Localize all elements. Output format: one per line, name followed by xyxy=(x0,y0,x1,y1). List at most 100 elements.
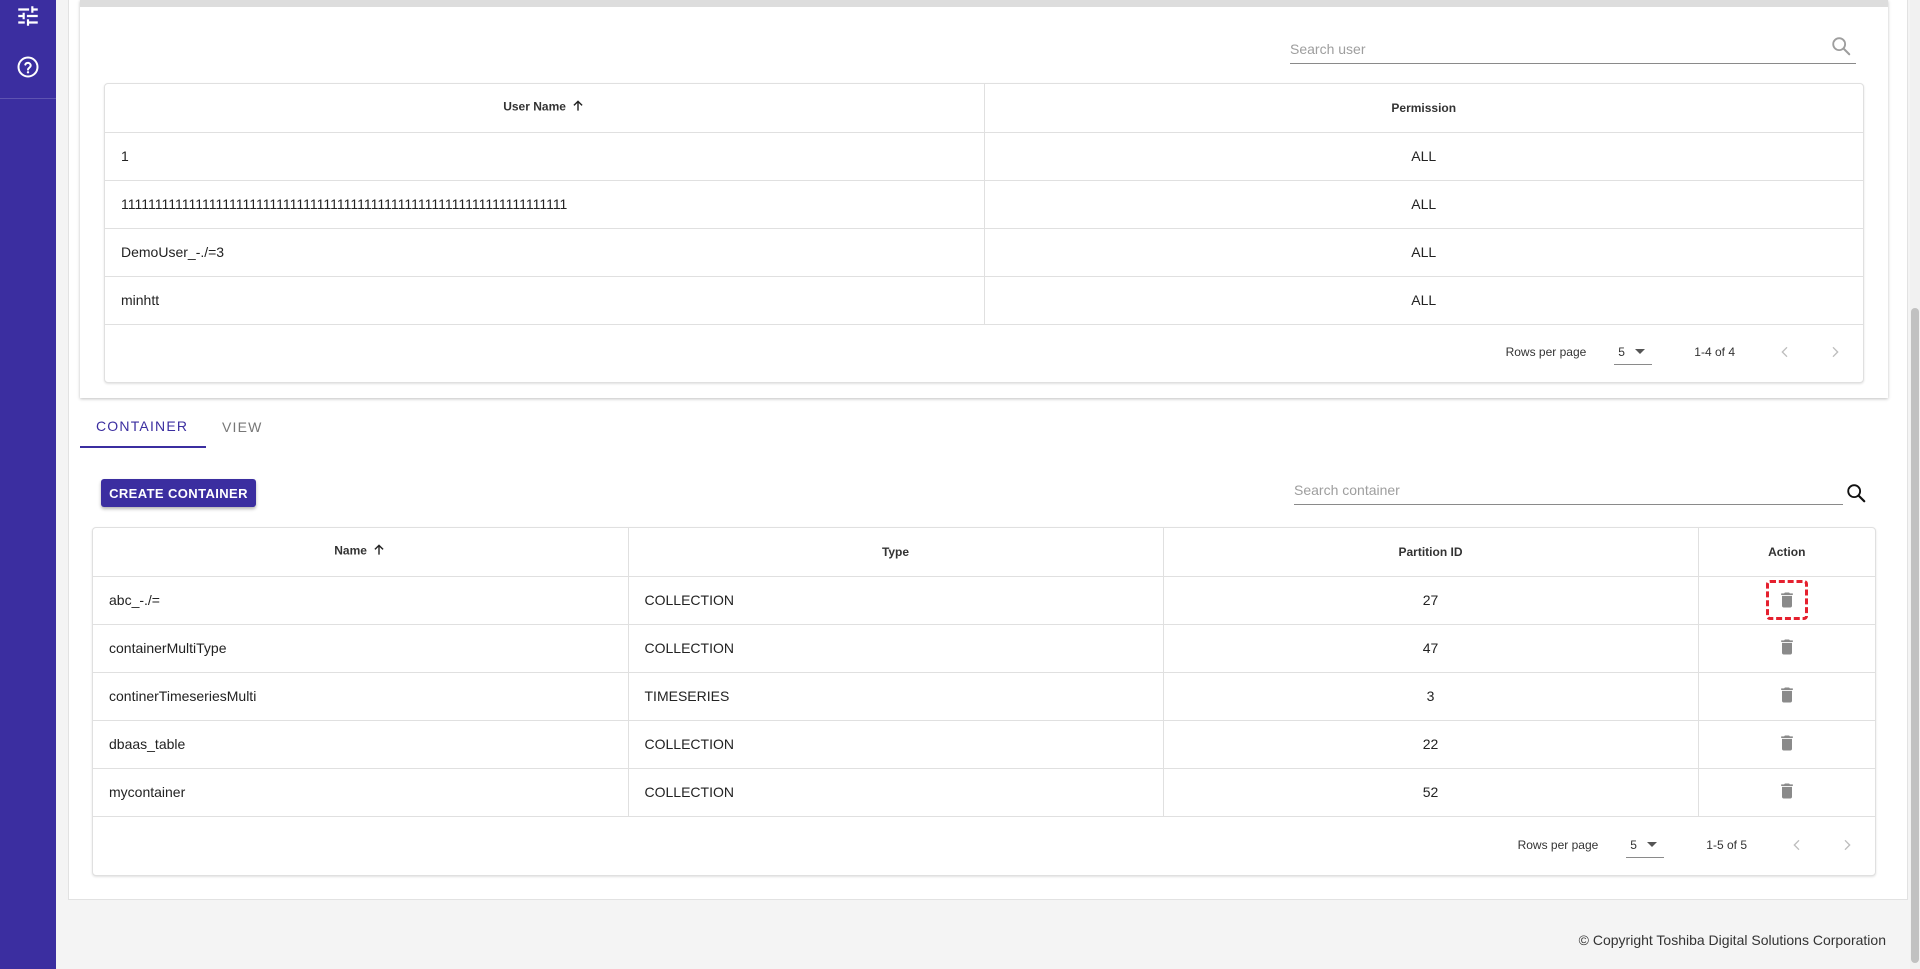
container-table: Name Type Partition ID Action abc_-./= C… xyxy=(93,528,1875,817)
next-page-button[interactable] xyxy=(1835,833,1859,857)
table-row: containerMultiType COLLECTION 47 xyxy=(93,624,1875,673)
column-header-permission[interactable]: Permission xyxy=(984,84,1863,133)
user-search-field[interactable] xyxy=(1290,30,1856,64)
table-row: mycontainer COLLECTION 52 xyxy=(93,768,1875,817)
dropdown-arrow-icon xyxy=(1646,842,1657,847)
copyright-text: © Copyright Toshiba Digital Solutions Co… xyxy=(1578,932,1886,948)
tab-container[interactable]: CONTAINER xyxy=(80,406,206,448)
trash-icon xyxy=(1780,735,1793,750)
container-type-cell: COLLECTION xyxy=(628,720,1164,769)
column-header-partition-id[interactable]: Partition ID xyxy=(1163,528,1699,577)
rows-per-page-select[interactable]: 5 xyxy=(1614,339,1653,365)
create-container-button[interactable]: CREATE CONTAINER xyxy=(101,479,256,507)
page-range-text: 1-4 of 4 xyxy=(1694,345,1735,359)
column-header-type[interactable]: Type xyxy=(628,528,1164,577)
panel-top-bar xyxy=(80,0,1888,7)
user-name-cell: DemoUser_-./=3 xyxy=(105,228,985,277)
rows-per-page-value: 5 xyxy=(1630,837,1637,852)
column-header-name[interactable]: Name xyxy=(93,528,629,577)
container-search-field[interactable] xyxy=(1294,471,1843,505)
scrollbar-thumb[interactable] xyxy=(1911,308,1919,963)
partition-id-cell: 52 xyxy=(1163,768,1699,817)
trash-icon xyxy=(1780,592,1793,608)
user-table-card: User Name Permission 1 ALL 1111111111111… xyxy=(104,83,1864,383)
search-icon[interactable] xyxy=(1843,480,1869,506)
column-header-label: Type xyxy=(881,544,910,559)
container-type-cell: TIMESERIES xyxy=(628,672,1164,721)
container-type-cell: COLLECTION xyxy=(628,768,1164,817)
column-header-user-name[interactable]: User Name xyxy=(105,84,985,133)
container-name-link[interactable]: abc_-./= xyxy=(93,576,629,625)
permission-cell: ALL xyxy=(984,132,1863,181)
rows-per-page-label: Rows per page xyxy=(1517,838,1599,852)
previous-page-button[interactable] xyxy=(1785,833,1809,857)
previous-page-button[interactable] xyxy=(1773,340,1797,364)
sort-ascending-icon[interactable] xyxy=(372,543,386,560)
rows-per-page-value: 5 xyxy=(1618,344,1625,359)
partition-id-cell: 47 xyxy=(1163,624,1699,673)
column-header-label: Permission xyxy=(1391,100,1457,115)
rows-per-page-select[interactable]: 5 xyxy=(1626,832,1665,858)
user-permission-panel: User Name Permission 1 ALL 1111111111111… xyxy=(80,0,1888,398)
container-table-pagination: Rows per page 5 1-5 of 5 xyxy=(1518,832,1859,858)
delete-button[interactable] xyxy=(1777,685,1797,705)
user-name-cell: 1 xyxy=(105,132,985,181)
action-cell xyxy=(1698,624,1875,673)
trash-icon xyxy=(1780,687,1793,702)
column-header-label: Partition ID xyxy=(1398,544,1463,559)
rows-per-page-label: Rows per page xyxy=(1505,345,1587,359)
container-type-cell: COLLECTION xyxy=(628,624,1164,673)
column-header-label: Name xyxy=(334,543,367,558)
table-row: abc_-./= COLLECTION 27 xyxy=(93,576,1875,625)
partition-id-cell: 3 xyxy=(1163,672,1699,721)
container-search-input[interactable] xyxy=(1294,471,1843,503)
action-cell xyxy=(1698,768,1875,817)
container-table-card: Name Type Partition ID Action abc_-./= C… xyxy=(92,527,1876,876)
help-icon[interactable] xyxy=(12,51,44,83)
permission-cell: ALL xyxy=(984,180,1863,229)
table-row: continerTimeseriesMulti TIMESERIES 3 xyxy=(93,672,1875,721)
trash-icon xyxy=(1780,783,1793,798)
action-cell xyxy=(1698,576,1875,625)
page-range-text: 1-5 of 5 xyxy=(1706,838,1747,852)
delete-button[interactable] xyxy=(1765,580,1808,620)
table-row: dbaas_table COLLECTION 22 xyxy=(93,720,1875,769)
tab-view[interactable]: VIEW xyxy=(206,406,279,448)
next-page-button[interactable] xyxy=(1823,340,1847,364)
action-cell xyxy=(1698,672,1875,721)
container-name-link[interactable]: continerTimeseriesMulti xyxy=(93,672,629,721)
column-header-label: Action xyxy=(1768,544,1806,559)
container-name-link[interactable]: containerMultiType xyxy=(93,624,629,673)
table-row: 1 ALL xyxy=(105,132,1863,181)
dropdown-arrow-icon xyxy=(1634,349,1645,354)
tune-icon[interactable] xyxy=(12,0,44,32)
table-row: DemoUser_-./=3 ALL xyxy=(105,228,1863,277)
user-table-pagination: Rows per page 5 1-4 of 4 xyxy=(1506,339,1847,365)
trash-icon xyxy=(1780,639,1793,654)
container-type-cell: COLLECTION xyxy=(628,576,1164,625)
column-header-action: Action xyxy=(1698,528,1875,577)
delete-button[interactable] xyxy=(1777,781,1797,801)
table-row: 1111111111111111111111111111111111111111… xyxy=(105,180,1863,229)
permission-cell: ALL xyxy=(984,228,1863,277)
container-name-link[interactable]: mycontainer xyxy=(93,768,629,817)
footer: © Copyright Toshiba Digital Solutions Co… xyxy=(56,912,1910,969)
user-table: User Name Permission 1 ALL 1111111111111… xyxy=(105,84,1863,325)
container-name-link[interactable]: dbaas_table xyxy=(93,720,629,769)
sidebar xyxy=(0,0,56,969)
table-row: minhtt ALL xyxy=(105,276,1863,325)
container-view-tabs: CONTAINER VIEW xyxy=(80,406,279,448)
sidebar-divider xyxy=(0,98,56,99)
action-cell xyxy=(1698,720,1875,769)
user-name-cell: minhtt xyxy=(105,276,985,325)
user-name-cell: 1111111111111111111111111111111111111111… xyxy=(105,180,985,229)
search-icon[interactable] xyxy=(1829,34,1853,58)
partition-id-cell: 27 xyxy=(1163,576,1699,625)
partition-id-cell: 22 xyxy=(1163,720,1699,769)
delete-button[interactable] xyxy=(1777,733,1797,753)
page-scrollbar[interactable] xyxy=(1910,0,1920,969)
delete-button[interactable] xyxy=(1777,637,1797,657)
sort-ascending-icon[interactable] xyxy=(571,99,585,116)
user-search-input[interactable] xyxy=(1290,30,1856,62)
permission-cell: ALL xyxy=(984,276,1863,325)
